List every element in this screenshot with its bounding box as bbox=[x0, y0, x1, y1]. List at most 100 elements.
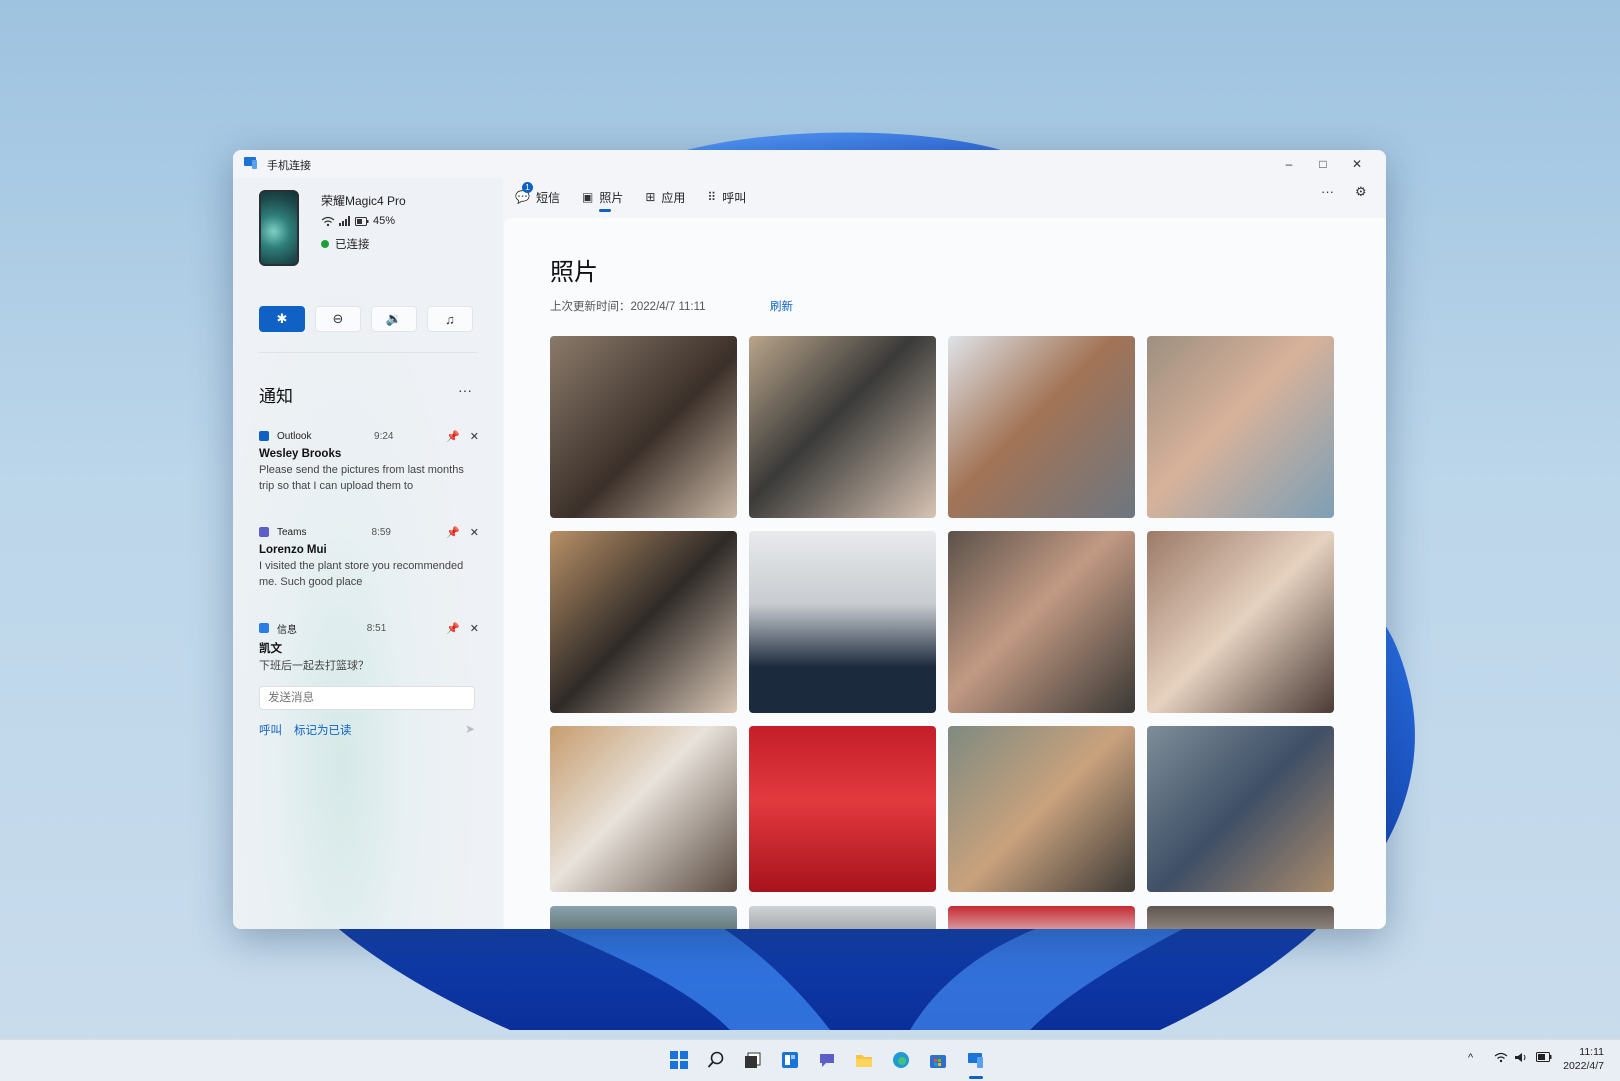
photo-thumbnail[interactable] bbox=[948, 906, 1135, 929]
phone-link-taskbar-icon[interactable] bbox=[966, 1050, 986, 1070]
reply-actions: 呼叫 标记为已读 ➤ bbox=[259, 722, 475, 738]
window-title: 手机连接 bbox=[267, 160, 311, 172]
phone-image bbox=[259, 190, 299, 266]
photo-thumbnail[interactable] bbox=[749, 336, 936, 518]
call-link[interactable]: 呼叫 bbox=[259, 722, 282, 738]
photo-thumbnail[interactable] bbox=[550, 726, 737, 892]
reply-input[interactable] bbox=[259, 686, 475, 710]
teams-icon bbox=[259, 527, 269, 537]
photo-thumbnail[interactable] bbox=[550, 906, 737, 929]
photo-thumbnail[interactable] bbox=[1147, 906, 1334, 929]
page-title: 照片 bbox=[550, 259, 598, 286]
more-options-button[interactable]: ··· bbox=[1321, 184, 1334, 199]
task-view-icon[interactable] bbox=[743, 1050, 763, 1070]
tab-photos[interactable]: ▣ 照片 bbox=[582, 178, 623, 216]
file-explorer-icon[interactable] bbox=[854, 1050, 874, 1070]
show-hidden-icons[interactable]: ^ bbox=[1468, 1052, 1473, 1064]
notifications-title: 通知 bbox=[259, 387, 293, 406]
photos-content: 照片 上次更新时间：2022/4/7 11:11 刷新 bbox=[504, 218, 1386, 929]
pin-icon[interactable]: 📌 bbox=[446, 526, 460, 539]
notifications-more-button[interactable]: ··· bbox=[458, 382, 472, 398]
photo-thumbnail[interactable] bbox=[948, 531, 1135, 713]
unread-badge: 1 bbox=[522, 182, 533, 193]
photo-thumbnail[interactable] bbox=[1147, 726, 1334, 892]
apps-icon: ⊞ bbox=[645, 190, 656, 204]
minimize-button[interactable]: – bbox=[1272, 150, 1306, 178]
notification-time: 8:59 bbox=[371, 526, 391, 538]
pin-icon[interactable]: 📌 bbox=[446, 430, 460, 443]
tab-bar: 💬 1 短信 ▣ 照片 ⊞ 应用 ⠿ 呼叫 bbox=[515, 178, 746, 216]
active-tab-indicator bbox=[598, 209, 611, 212]
notification-app: 信息 bbox=[277, 624, 297, 636]
bluetooth-toggle[interactable]: ✱ bbox=[259, 306, 305, 332]
messages-icon bbox=[259, 623, 269, 633]
do-not-disturb-icon: ⊖ bbox=[332, 311, 344, 326]
dismiss-icon[interactable]: ✕ bbox=[470, 622, 479, 635]
tab-messages[interactable]: 💬 1 短信 bbox=[515, 178, 560, 216]
notification-body: Please send the pictures from last month… bbox=[259, 464, 464, 492]
clock-date: 2022/4/7 bbox=[1563, 1060, 1604, 1072]
notification-app: Outlook bbox=[277, 430, 312, 442]
maximize-button[interactable]: □ bbox=[1306, 150, 1340, 178]
photo-thumbnail[interactable] bbox=[749, 906, 936, 929]
battery-level: 45% bbox=[373, 215, 396, 227]
pin-icon[interactable]: 📌 bbox=[446, 622, 460, 635]
notification-item[interactable]: Teams 8:59 📌 ✕ Lorenzo Mui I visited the … bbox=[259, 524, 479, 590]
photo-thumbnail[interactable] bbox=[1147, 531, 1334, 713]
photo-thumbnail[interactable] bbox=[948, 336, 1135, 518]
send-icon[interactable]: ➤ bbox=[465, 722, 475, 738]
notification-item[interactable]: 信息 8:51 📌 ✕ 凯文 下班后一起去打篮球？ bbox=[259, 620, 479, 674]
notification-item[interactable]: Outlook 9:24 📌 ✕ Wesley Brooks Please sen… bbox=[259, 428, 479, 494]
dialpad-icon: ⠿ bbox=[707, 190, 717, 204]
active-app-indicator bbox=[969, 1076, 983, 1079]
notification-sender: 凯文 bbox=[259, 643, 282, 655]
notification-sender: Wesley Brooks bbox=[259, 448, 342, 460]
tab-apps[interactable]: ⊞ 应用 bbox=[645, 178, 685, 216]
volume-icon: 🔉 bbox=[385, 311, 403, 326]
search-icon[interactable] bbox=[706, 1050, 726, 1070]
edge-icon[interactable] bbox=[891, 1050, 911, 1070]
dismiss-icon[interactable]: ✕ bbox=[470, 526, 479, 539]
wifi-icon bbox=[321, 216, 335, 226]
volume-toggle[interactable]: 🔉 bbox=[371, 306, 417, 332]
tab-label: 短信 bbox=[535, 190, 560, 205]
notification-time: 8:51 bbox=[366, 622, 387, 634]
device-status: 45% bbox=[321, 215, 395, 227]
start-icon[interactable] bbox=[669, 1050, 689, 1070]
clock[interactable]: 11:11 2022/4/7 bbox=[1563, 1045, 1604, 1073]
battery-tray-icon[interactable] bbox=[1536, 1052, 1552, 1065]
tab-label: 呼叫 bbox=[722, 190, 747, 205]
dismiss-icon[interactable]: ✕ bbox=[470, 430, 479, 443]
title-bar: 手机连接 – □ ✕ bbox=[233, 150, 1386, 178]
photo-thumbnail[interactable] bbox=[550, 531, 737, 713]
refresh-link[interactable]: 刷新 bbox=[770, 298, 793, 314]
photo-thumbnail[interactable] bbox=[948, 726, 1135, 892]
connected-dot-icon bbox=[321, 240, 329, 248]
widgets-icon[interactable] bbox=[780, 1050, 800, 1070]
taskbar: ^ 11:11 2022/4/7 bbox=[0, 1039, 1620, 1081]
photo-thumbnail[interactable] bbox=[749, 726, 936, 892]
volume-tray-icon[interactable] bbox=[1514, 1052, 1528, 1066]
store-icon[interactable] bbox=[928, 1050, 948, 1070]
mark-read-link[interactable]: 标记为已读 bbox=[294, 722, 352, 738]
do-not-disturb-toggle[interactable]: ⊖ bbox=[315, 306, 361, 332]
device-name: 荣耀Magic4 Pro bbox=[321, 194, 406, 208]
chat-icon[interactable] bbox=[817, 1050, 837, 1070]
wifi-tray-icon[interactable] bbox=[1494, 1052, 1508, 1066]
device-sidebar: 荣耀Magic4 Pro 45% 已连接 ✱ ⊖ 🔉 ♫ 通知 ··· Outl… bbox=[233, 178, 503, 929]
photo-thumbnail[interactable] bbox=[749, 531, 936, 713]
tab-calls[interactable]: ⠿ 呼叫 bbox=[707, 178, 746, 216]
settings-icon[interactable]: ⚙ bbox=[1355, 184, 1367, 200]
clock-time: 11:11 bbox=[1579, 1046, 1604, 1058]
photo-thumbnail[interactable] bbox=[550, 336, 737, 518]
music-button[interactable]: ♫ bbox=[427, 306, 473, 332]
bluetooth-icon: ✱ bbox=[276, 311, 288, 326]
notification-time: 9:24 bbox=[374, 430, 394, 442]
outlook-icon bbox=[259, 431, 269, 441]
connection-label: 已连接 bbox=[335, 239, 370, 251]
tab-label: 照片 bbox=[599, 190, 624, 205]
photo-thumbnail[interactable] bbox=[1147, 336, 1334, 518]
close-button[interactable]: ✕ bbox=[1340, 150, 1374, 178]
signal-icon bbox=[339, 216, 350, 226]
battery-icon bbox=[355, 216, 369, 226]
